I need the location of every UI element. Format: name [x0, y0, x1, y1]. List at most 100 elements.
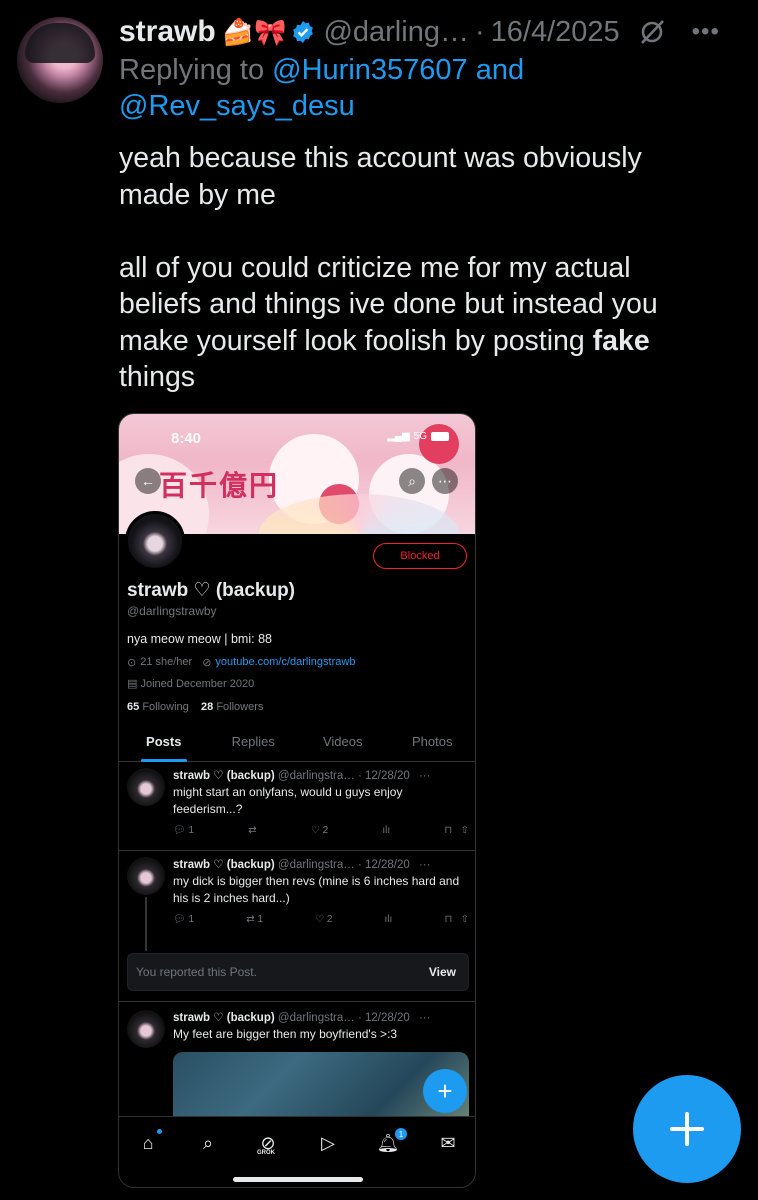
messages-icon[interactable]: ✉	[436, 1131, 460, 1155]
home-unread-dot	[157, 1129, 162, 1134]
reply-icon[interactable]: 💬︎ 1	[173, 825, 194, 836]
network-label: 5G	[413, 431, 427, 442]
post-meta: @darlingstra… · 12/28/20	[277, 1012, 410, 1024]
mention-link-2[interactable]: @Rev_says_desu	[119, 90, 355, 122]
profile-meta: ⊙ 21 she/her ⊘ youtube.com/c/darlingstra…	[127, 656, 355, 669]
blocked-button[interactable]: Blocked	[373, 543, 467, 569]
share-icon[interactable]: ⇧	[461, 914, 469, 925]
profile-bio: nya meow meow | bmi: 88	[127, 632, 272, 646]
mention-link-1[interactable]: @Hurin357607	[272, 54, 468, 86]
post-avatar[interactable]	[127, 768, 165, 806]
timeline-post[interactable]: strawb ♡ (backup) @darlingstra… · 12/28/…	[119, 851, 475, 951]
search-nav-icon[interactable]: ⌕	[196, 1131, 220, 1155]
reply-prefix: Replying to	[119, 54, 265, 86]
plus-icon	[670, 1112, 704, 1146]
signal-icon: ▂▄▆	[387, 431, 410, 442]
post-author[interactable]: strawb ♡ (backup)	[173, 859, 275, 871]
followers-count[interactable]: 28	[201, 701, 213, 713]
bookmark-icon[interactable]: ⊓	[444, 914, 452, 925]
battery-icon	[431, 432, 449, 441]
more-icon[interactable]: ⋯	[432, 468, 458, 494]
profile-tabs: Posts Replies Videos Photos	[119, 722, 476, 762]
tab-photos[interactable]: Photos	[388, 722, 476, 761]
post-avatar[interactable]	[127, 1010, 165, 1048]
bookmark-icon[interactable]: ⊓	[444, 825, 452, 836]
reply-count: 1	[188, 914, 195, 925]
post-more-icon[interactable]: ···	[419, 859, 431, 871]
banner-text: 百千億円	[159, 470, 280, 501]
back-arrow-icon[interactable]: ←	[135, 468, 161, 494]
status-indicators: ▂▄▆ 5G	[387, 431, 449, 442]
profile-name: strawb ♡ (backup)	[127, 580, 296, 601]
home-indicator	[233, 1177, 363, 1182]
reported-view-button[interactable]: View	[429, 965, 456, 979]
share-icon[interactable]: ⇧	[461, 825, 469, 836]
home-icon[interactable]: ⌂	[136, 1131, 160, 1155]
tweet-paragraph-2a: all of you could criticize me for my act…	[119, 251, 658, 357]
grok-nav-label: GROK	[257, 1150, 275, 1156]
author-avatar[interactable]	[17, 17, 103, 103]
bookmark-and-share: ⊓ ⇧	[444, 825, 469, 836]
profile-link[interactable]: youtube.com/c/darlingstrawb	[215, 656, 355, 669]
repost-count: 1	[257, 914, 263, 925]
like-count: 2	[322, 825, 329, 836]
repost-icon[interactable]: ⇄ 1	[246, 914, 263, 925]
post-text: My feet are bigger then my boyfriend's >…	[173, 1027, 398, 1041]
post-meta: @darlingstra… · 12/28/20	[277, 859, 410, 871]
tweet-body: yeah because this account was obviously …	[119, 140, 719, 396]
tweet-header: strawb 🍰🎀 @darling… · 16/4/2025 •••	[119, 12, 738, 52]
tab-replies[interactable]: Replies	[209, 722, 299, 761]
post-meta: @darlingstra… · 12/28/20	[277, 770, 410, 782]
post-text: might start an onlyfans, would u guys en…	[173, 785, 403, 816]
reply-and: and	[475, 54, 525, 86]
compose-button-inner[interactable]: +	[423, 1069, 467, 1113]
video-icon[interactable]: ▷	[316, 1131, 340, 1155]
status-time: 8:40	[171, 430, 202, 447]
post-author[interactable]: strawb ♡ (backup)	[173, 1012, 275, 1024]
post-more-icon[interactable]: ···	[419, 770, 431, 782]
views-icon[interactable]: ılı	[382, 825, 390, 836]
reported-notice: You reported this Post. View	[127, 953, 469, 991]
timeline-post[interactable]: strawb ♡ (backup) @darlingstra… · 12/28/…	[119, 762, 475, 850]
post-header: strawb ♡ (backup) @darlingstra… · 12/28/…	[173, 1010, 430, 1024]
tab-videos[interactable]: Videos	[298, 722, 388, 761]
profile-joined: ▤ Joined December 2020	[127, 677, 254, 690]
notification-badge: 1	[395, 1128, 407, 1140]
post-author[interactable]: strawb ♡ (backup)	[173, 770, 275, 782]
like-icon[interactable]: ♡ 2	[315, 914, 332, 925]
repost-icon[interactable]: ⇄	[248, 825, 256, 836]
tab-posts[interactable]: Posts	[119, 722, 209, 762]
views-icon[interactable]: ılı	[385, 914, 393, 925]
search-icon[interactable]: ⌕	[399, 468, 425, 494]
followers-label[interactable]: Followers	[216, 701, 263, 713]
more-options-icon[interactable]: •••	[692, 18, 720, 46]
following-label[interactable]: Following	[142, 701, 188, 713]
bottom-nav: ⌂ ⌕ ⊘ GROK ▷ 🔔︎ 1 ✉	[119, 1116, 475, 1187]
grok-icon[interactable]	[638, 18, 666, 46]
post-more-icon[interactable]: ···	[419, 1012, 431, 1024]
profile-avatar[interactable]	[125, 511, 185, 571]
verified-badge-icon	[293, 21, 314, 43]
attached-screenshot[interactable]: 8:40 ▂▄▆ 5G 百千億円 ← ⌕ ⋯ Blocked strawb ♡ …	[118, 413, 476, 1188]
post-header: strawb ♡ (backup) @darlingstra… · 12/28/…	[173, 768, 430, 782]
like-icon[interactable]: ♡ 2	[311, 825, 328, 836]
profile-follow-counts: 65 Following 28 Followers	[127, 701, 263, 713]
reply-icon[interactable]: 💬︎ 1	[173, 914, 194, 925]
tweet-paragraph-1: yeah because this account was obviously …	[119, 142, 642, 211]
tweet-bold-word: fake	[592, 324, 650, 357]
thread-line	[145, 897, 147, 951]
header-separator: ·	[474, 15, 485, 48]
author-name[interactable]: strawb	[119, 15, 216, 49]
tweet-date[interactable]: 16/4/2025	[491, 16, 620, 49]
author-handle[interactable]: @darling…	[323, 16, 469, 49]
like-count: 2	[326, 914, 333, 925]
post-header: strawb ♡ (backup) @darlingstra… · 12/28/…	[173, 857, 430, 871]
compose-button[interactable]	[633, 1075, 741, 1183]
location-icon: ⊙	[127, 657, 137, 669]
following-count[interactable]: 65	[127, 701, 139, 713]
joined-text: Joined December 2020	[140, 678, 255, 690]
calendar-icon: ▤	[127, 678, 138, 690]
post-avatar[interactable]	[127, 857, 165, 895]
post-actions: 💬︎ 1 ⇄ 1 ♡ 2 ılı ⊓ ⇧	[173, 914, 469, 925]
